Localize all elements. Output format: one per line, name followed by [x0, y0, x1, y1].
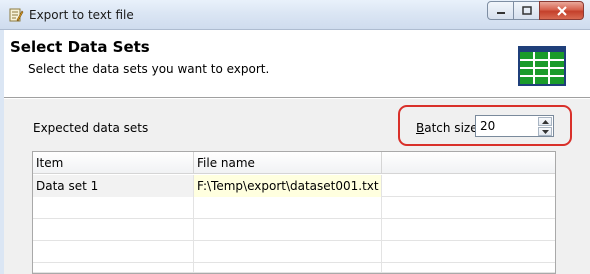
table-row[interactable] [33, 219, 555, 241]
item-cell[interactable]: Data set 1 [33, 175, 194, 197]
notepad-pencil-icon [8, 7, 24, 23]
close-button[interactable] [539, 1, 584, 20]
title-bar: Export to text file [0, 0, 590, 30]
batch-size-value[interactable]: 20 [480, 119, 495, 133]
item-cell[interactable] [33, 197, 194, 219]
column-header-item[interactable]: Item [33, 152, 194, 174]
chevron-down-icon [541, 129, 549, 134]
batch-size-accelerator: B [416, 121, 425, 135]
maximize-button[interactable] [513, 1, 540, 20]
table-row[interactable] [33, 263, 555, 273]
wizard-header: Select Data Sets Select the data sets yo… [0, 30, 590, 98]
expected-data-sets-label: Expected data sets [33, 121, 149, 135]
column-header-empty [382, 152, 555, 174]
item-cell[interactable] [33, 263, 194, 273]
file-name-cell[interactable]: F:\Temp\export\dataset001.txt [194, 175, 382, 197]
window-controls [487, 1, 584, 21]
column-header-file-name[interactable]: File name [194, 152, 382, 174]
window-title: Export to text file [29, 8, 134, 22]
minimize-button[interactable] [487, 1, 514, 20]
batch-size-label-text: atch size [424, 121, 478, 135]
table-row[interactable] [33, 197, 555, 219]
file-name-cell[interactable] [194, 263, 382, 273]
spin-down-button[interactable] [538, 127, 552, 136]
item-cell[interactable] [33, 241, 194, 263]
data-sets-table[interactable]: Item File name Data set 1 F:\Temp\export… [32, 151, 556, 274]
file-name-cell[interactable] [194, 197, 382, 219]
minimize-icon [496, 11, 505, 14]
chevron-up-icon [541, 119, 549, 124]
batch-size-label: Batch size [416, 121, 478, 135]
batch-size-spinner[interactable]: 20 [475, 115, 554, 137]
page-title: Select Data Sets [10, 38, 150, 56]
table-row[interactable] [33, 241, 555, 263]
item-cell[interactable] [33, 219, 194, 241]
close-icon [556, 5, 567, 16]
table-header: Item File name [33, 152, 555, 174]
file-name-cell[interactable] [194, 219, 382, 241]
spin-up-button[interactable] [538, 117, 552, 126]
green-grid-table-icon [518, 46, 566, 86]
maximize-icon [521, 6, 532, 15]
page-subtitle: Select the data sets you want to export. [28, 62, 270, 76]
table-row[interactable]: Data set 1 F:\Temp\export\dataset001.txt [33, 175, 555, 197]
file-name-cell[interactable] [194, 241, 382, 263]
